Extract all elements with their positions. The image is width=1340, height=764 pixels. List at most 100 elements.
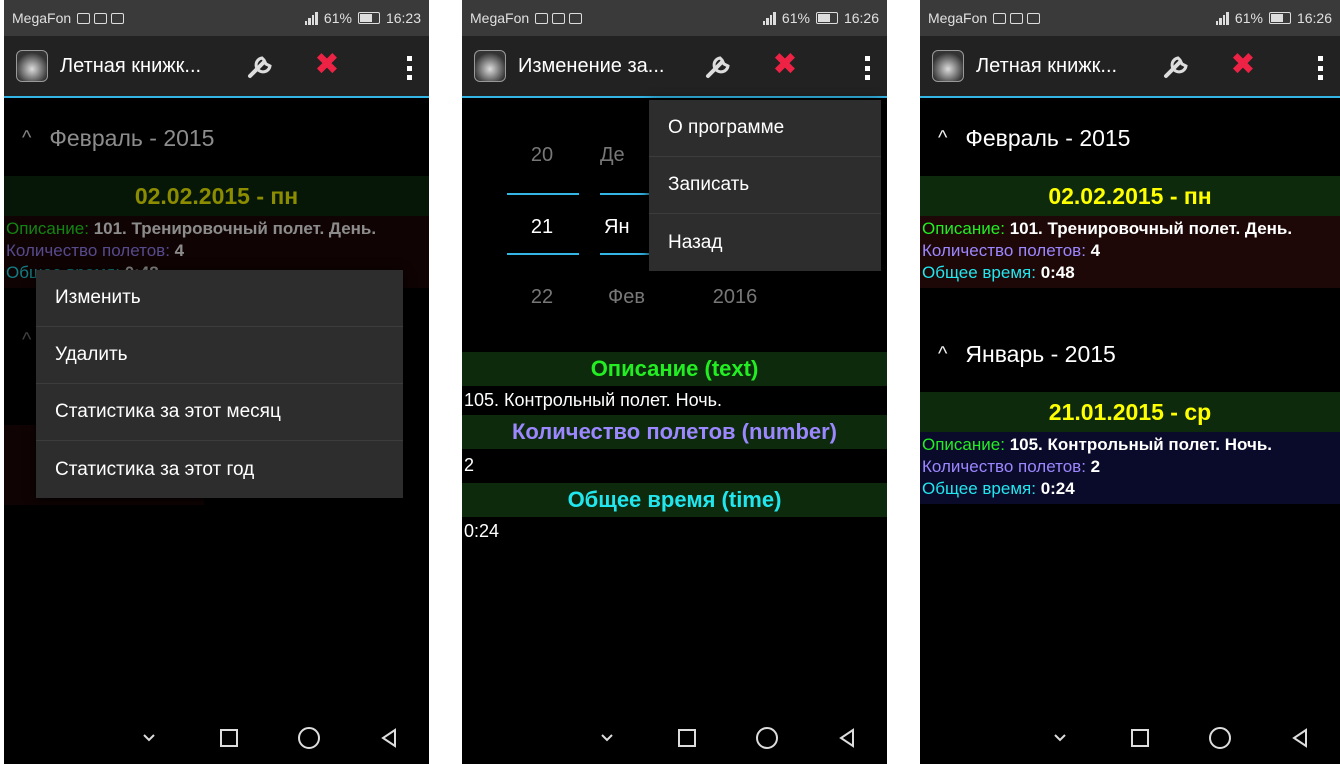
overflow-menu: О программе Записать Назад xyxy=(649,100,881,271)
wrench-icon[interactable] xyxy=(244,48,278,82)
notification-icons xyxy=(993,12,1041,24)
context-menu: Изменить Удалить Статистика за этот меся… xyxy=(36,270,403,498)
menu-item-delete[interactable]: Удалить xyxy=(36,327,403,384)
signal-icon xyxy=(762,11,776,25)
menu-item-save[interactable]: Записать xyxy=(649,157,881,214)
list-item[interactable]: 21.01.2015 - ср Описание: 105. Контрольн… xyxy=(920,392,1340,504)
navigation-bar xyxy=(920,712,1340,764)
count-field[interactable]: 2 xyxy=(464,455,887,476)
clock: 16:23 xyxy=(385,10,421,26)
chevron-down-icon[interactable] xyxy=(567,712,647,764)
count-label: Количество полетов: xyxy=(922,241,1086,260)
signal-icon xyxy=(1215,11,1229,25)
count-value: 4 xyxy=(1090,241,1101,260)
menu-item-about[interactable]: О программе xyxy=(649,100,881,157)
menu-item-back[interactable]: Назад xyxy=(649,214,881,271)
navigation-bar xyxy=(4,712,429,764)
overflow-menu-icon[interactable] xyxy=(1318,56,1324,80)
carrier-name: MegaFon xyxy=(928,10,988,26)
wrench-icon[interactable] xyxy=(702,48,736,82)
desc-label: Описание: xyxy=(922,219,1005,238)
app-logo-icon[interactable] xyxy=(16,50,48,82)
desc-value: 105. Контрольный полет. Ночь. xyxy=(1009,435,1273,454)
action-bar-title: Изменение за... xyxy=(518,54,665,77)
status-bar: MegaFon 61% 16:26 xyxy=(462,0,887,36)
group-label: Январь - 2015 xyxy=(965,340,1116,367)
picker-month-next[interactable]: Фев xyxy=(608,286,668,309)
time-field[interactable]: 0:24 xyxy=(464,521,887,542)
close-icon[interactable]: ✖ xyxy=(1228,50,1258,80)
chevron-down-icon[interactable] xyxy=(109,712,189,764)
time-value: 0:24 xyxy=(1040,479,1075,498)
home-icon[interactable] xyxy=(269,712,349,764)
picker-divider xyxy=(507,253,579,255)
phone-screen-list-context-menu: MegaFon 61% 16:23 Летная книжк... ✖ ^ Фе… xyxy=(4,0,429,764)
notification-icons xyxy=(77,12,125,24)
battery-percent: 61% xyxy=(1234,10,1263,26)
status-bar: MegaFon 61% 16:26 xyxy=(920,0,1340,36)
time-label: Общее время: xyxy=(922,263,1036,282)
picker-day-next[interactable]: 22 xyxy=(512,286,572,309)
picker-year-next[interactable]: 2016 xyxy=(700,286,770,309)
menu-item-month-stats[interactable]: Статистика за этот месяц xyxy=(36,384,403,441)
count-value: 2 xyxy=(1090,457,1101,476)
battery-icon xyxy=(1268,12,1291,24)
recent-apps-icon[interactable] xyxy=(189,712,269,764)
wrench-icon[interactable] xyxy=(1160,48,1194,82)
close-icon[interactable]: ✖ xyxy=(770,50,800,80)
carrier-name: MegaFon xyxy=(12,10,72,26)
overflow-menu-icon[interactable] xyxy=(407,56,413,80)
battery-percent: 61% xyxy=(781,10,810,26)
close-icon[interactable]: ✖ xyxy=(312,50,342,80)
home-icon[interactable] xyxy=(727,712,807,764)
back-icon[interactable] xyxy=(807,712,887,764)
battery-icon xyxy=(815,12,838,24)
time-value: 0:48 xyxy=(1040,263,1075,282)
notification-icons xyxy=(535,12,583,24)
battery-percent: 61% xyxy=(323,10,352,26)
menu-item-year-stats[interactable]: Статистика за этот год xyxy=(36,441,403,498)
entry-date: 21.01.2015 - ср xyxy=(920,392,1340,432)
count-label: Количество полетов: xyxy=(922,457,1086,476)
desc-field[interactable]: 105. Контрольный полет. Ночь. xyxy=(464,390,887,411)
phone-screen-edit-entry: MegaFon 61% 16:26 Изменение за... ✖ 20 2… xyxy=(462,0,887,764)
entry-date: 02.02.2015 - пн xyxy=(920,176,1340,216)
desc-section-title: Описание (text) xyxy=(462,352,887,386)
group-header-feb[interactable]: ^ Февраль - 2015 xyxy=(920,100,1340,176)
clock: 16:26 xyxy=(843,10,879,26)
back-icon[interactable] xyxy=(349,712,429,764)
picker-day-current[interactable]: 21 xyxy=(512,216,572,239)
back-icon[interactable] xyxy=(1260,712,1340,764)
time-section-title: Общее время (time) xyxy=(462,483,887,517)
action-bar: Летная книжк... ✖ xyxy=(4,36,429,98)
overflow-menu-icon[interactable] xyxy=(865,56,871,80)
navigation-bar xyxy=(462,712,887,764)
action-bar: Летная книжк... ✖ xyxy=(920,36,1340,98)
group-label: Февраль - 2015 xyxy=(965,124,1131,151)
battery-icon xyxy=(357,12,380,24)
app-logo-icon[interactable] xyxy=(932,50,964,82)
time-label: Общее время: xyxy=(922,479,1036,498)
list-item[interactable]: 02.02.2015 - пн Описание: 101. Тренирово… xyxy=(920,176,1340,288)
recent-apps-icon[interactable] xyxy=(1100,712,1180,764)
carrier-name: MegaFon xyxy=(470,10,530,26)
action-bar-title: Летная книжк... xyxy=(976,54,1118,77)
menu-item-edit[interactable]: Изменить xyxy=(36,270,403,327)
picker-day-prev[interactable]: 20 xyxy=(512,144,572,167)
picker-divider xyxy=(600,193,650,195)
status-bar: MegaFon 61% 16:23 xyxy=(4,0,429,36)
desc-value: 101. Тренировочный полет. День. xyxy=(1009,219,1293,238)
home-icon[interactable] xyxy=(1180,712,1260,764)
action-bar-title: Летная книжк... xyxy=(60,54,202,77)
signal-icon xyxy=(304,11,318,25)
recent-apps-icon[interactable] xyxy=(647,712,727,764)
phone-screen-list: MegaFon 61% 16:26 Летная книжк... ✖ ^ Фе… xyxy=(920,0,1340,764)
clock: 16:26 xyxy=(1296,10,1332,26)
chevron-up-icon: ^ xyxy=(938,126,948,149)
group-header-jan[interactable]: ^ Январь - 2015 xyxy=(920,316,1340,392)
app-logo-icon[interactable] xyxy=(474,50,506,82)
chevron-down-icon[interactable] xyxy=(1020,712,1100,764)
picker-divider xyxy=(600,253,650,255)
picker-divider xyxy=(507,193,579,195)
action-bar: Изменение за... ✖ xyxy=(462,36,887,98)
